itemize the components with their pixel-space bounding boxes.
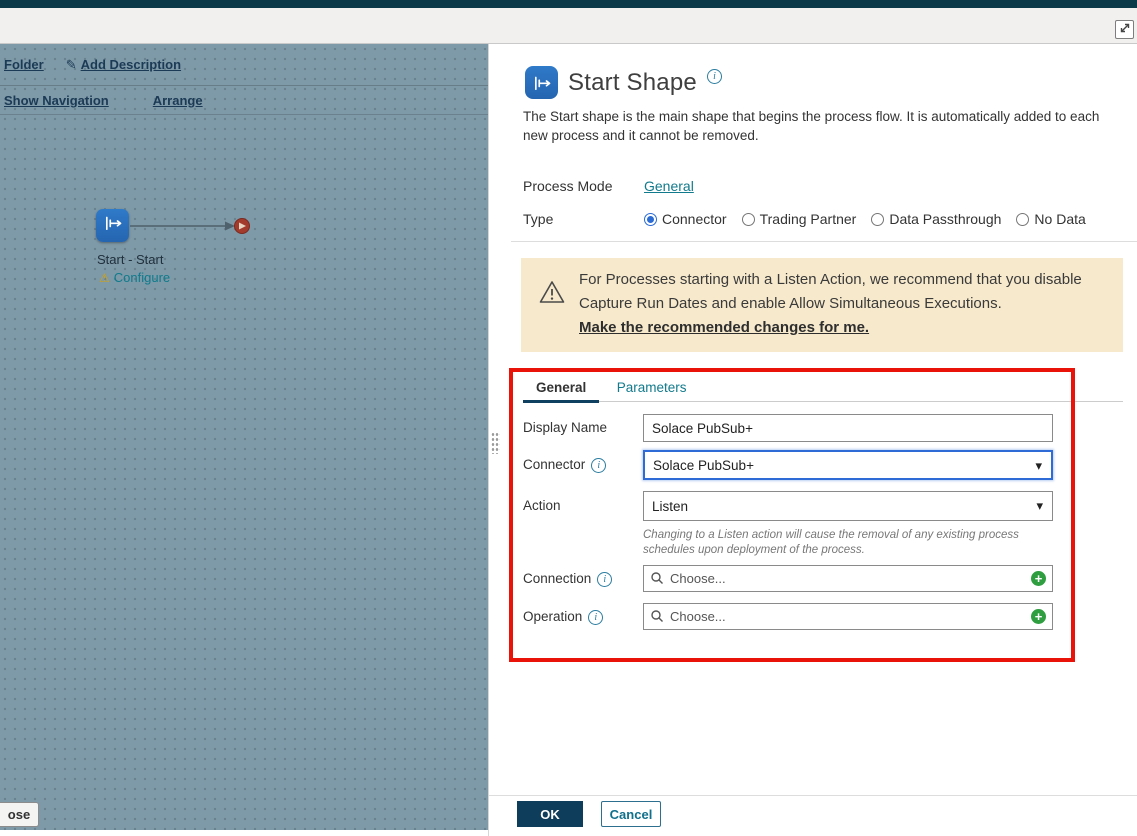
arrange-link[interactable]: Arrange <box>153 93 203 108</box>
connection-label: Connection <box>523 565 591 593</box>
connector-glyph-icon <box>102 212 124 239</box>
process-mode-row: Process Mode General <box>523 178 694 194</box>
process-mode-value-link[interactable]: General <box>644 178 694 194</box>
connector-select[interactable]: Solace PubSub+ ▾ <box>643 450 1053 480</box>
node-label: Start - Start <box>97 252 163 267</box>
radio-connector[interactable]: Connector <box>644 211 727 227</box>
canvas-subheader-row: Show Navigation Arrange <box>0 86 488 115</box>
operation-choose-input[interactable] <box>643 603 1053 630</box>
connector-select-value: Solace PubSub+ <box>653 458 754 473</box>
add-connection-button[interactable]: + <box>1031 571 1046 586</box>
title-info-icon[interactable]: i <box>707 69 722 84</box>
process-canvas[interactable]: Folder ✎ Add Description Show Navigation… <box>0 44 488 830</box>
start-shape-node-icon[interactable] <box>96 209 129 242</box>
action-label: Action <box>523 491 643 521</box>
add-description-link[interactable]: Add Description <box>81 57 181 72</box>
close-button[interactable]: ose <box>0 802 39 827</box>
operation-row: Operation i + <box>523 603 1053 631</box>
folder-link[interactable]: Folder <box>4 57 44 72</box>
radio-connector-label: Connector <box>662 211 727 227</box>
radio-no-data[interactable]: No Data <box>1016 211 1085 227</box>
display-name-row: Display Name <box>523 414 1053 442</box>
radio-data-passthrough-label: Data Passthrough <box>889 211 1001 227</box>
connection-info-icon[interactable]: i <box>597 572 612 587</box>
search-icon <box>650 609 664 628</box>
radio-no-data-label: No Data <box>1034 211 1085 227</box>
radio-data-passthrough[interactable]: Data Passthrough <box>871 211 1001 227</box>
banner-message: For Processes starting with a Listen Act… <box>579 271 1082 312</box>
action-helper-text: Changing to a Listen action will cause t… <box>643 528 1033 558</box>
action-helper-row: Changing to a Listen action will cause t… <box>523 528 1053 558</box>
divider <box>511 241 1137 242</box>
start-shape-node[interactable]: Start - Start ⚠ Configure <box>96 209 266 295</box>
banner-warning-icon <box>539 280 565 309</box>
app-root: Folder ✎ Add Description Show Navigation… <box>0 0 1137 836</box>
expand-panel-button[interactable] <box>1115 20 1134 39</box>
tab-bar: General Parameters <box>523 376 1123 402</box>
action-select[interactable]: Listen ▾ <box>643 491 1053 521</box>
tab-parameters[interactable]: Parameters <box>604 376 700 400</box>
type-row: Type Connector Trading Partner Data Pass… <box>523 211 1086 227</box>
radio-trading-partner-label: Trading Partner <box>760 211 857 227</box>
radio-trading-partner[interactable]: Trading Partner <box>742 211 857 227</box>
display-name-input[interactable] <box>643 414 1053 442</box>
radio-no-data-control[interactable] <box>1016 213 1029 226</box>
type-radio-group: Connector Trading Partner Data Passthrou… <box>644 211 1086 227</box>
connection-choose-input[interactable] <box>643 565 1053 592</box>
panel-resize-handle[interactable] <box>491 432 500 454</box>
recommended-changes-link[interactable]: Make the recommended changes for me. <box>579 316 1124 340</box>
radio-trading-partner-control[interactable] <box>742 213 755 226</box>
connector-label: Connector <box>523 451 585 479</box>
connection-arrow <box>129 215 251 242</box>
display-name-label: Display Name <box>523 414 643 442</box>
start-shape-dialog: Start Shape i The Start shape is the mai… <box>488 44 1137 836</box>
configure-link[interactable]: Configure <box>114 270 170 285</box>
footer-divider <box>489 795 1137 796</box>
search-icon <box>650 571 664 590</box>
page-title: Start Shape <box>568 66 697 99</box>
pencil-icon: ✎ <box>66 57 77 73</box>
expand-icon <box>1119 22 1131 37</box>
banner-text: For Processes starting with a Listen Act… <box>579 268 1124 340</box>
listen-warning-banner: For Processes starting with a Listen Act… <box>521 258 1123 352</box>
node-configure-row[interactable]: ⚠ Configure <box>99 270 170 285</box>
operation-info-icon[interactable]: i <box>588 610 603 625</box>
ok-button[interactable]: OK <box>517 801 583 827</box>
chevron-down-icon: ▾ <box>1036 498 1043 514</box>
shape-description: The Start shape is the main shape that b… <box>523 107 1115 145</box>
show-navigation-link[interactable]: Show Navigation <box>4 93 109 108</box>
tab-general[interactable]: General <box>523 376 599 403</box>
radio-connector-control[interactable] <box>644 213 657 226</box>
connection-row: Connection i + <box>523 565 1053 593</box>
add-operation-button[interactable]: + <box>1031 609 1046 624</box>
operation-label: Operation <box>523 603 582 631</box>
warning-icon: ⚠ <box>99 271 110 285</box>
cancel-button[interactable]: Cancel <box>601 801 661 827</box>
action-row: Action Listen ▾ <box>523 491 1053 521</box>
top-dark-bar <box>0 0 1137 8</box>
toolbar <box>0 8 1137 44</box>
connector-info-icon[interactable]: i <box>591 458 606 473</box>
canvas-header-row: Folder ✎ Add Description <box>0 44 488 86</box>
type-label: Type <box>523 211 644 227</box>
action-select-value: Listen <box>652 499 688 514</box>
radio-data-passthrough-control[interactable] <box>871 213 884 226</box>
chevron-down-icon: ▾ <box>1035 458 1042 474</box>
process-mode-label: Process Mode <box>523 178 644 194</box>
start-shape-icon <box>525 66 558 99</box>
connector-row: Connector i Solace PubSub+ ▾ <box>523 450 1053 480</box>
dialog-header: Start Shape i <box>525 66 722 99</box>
